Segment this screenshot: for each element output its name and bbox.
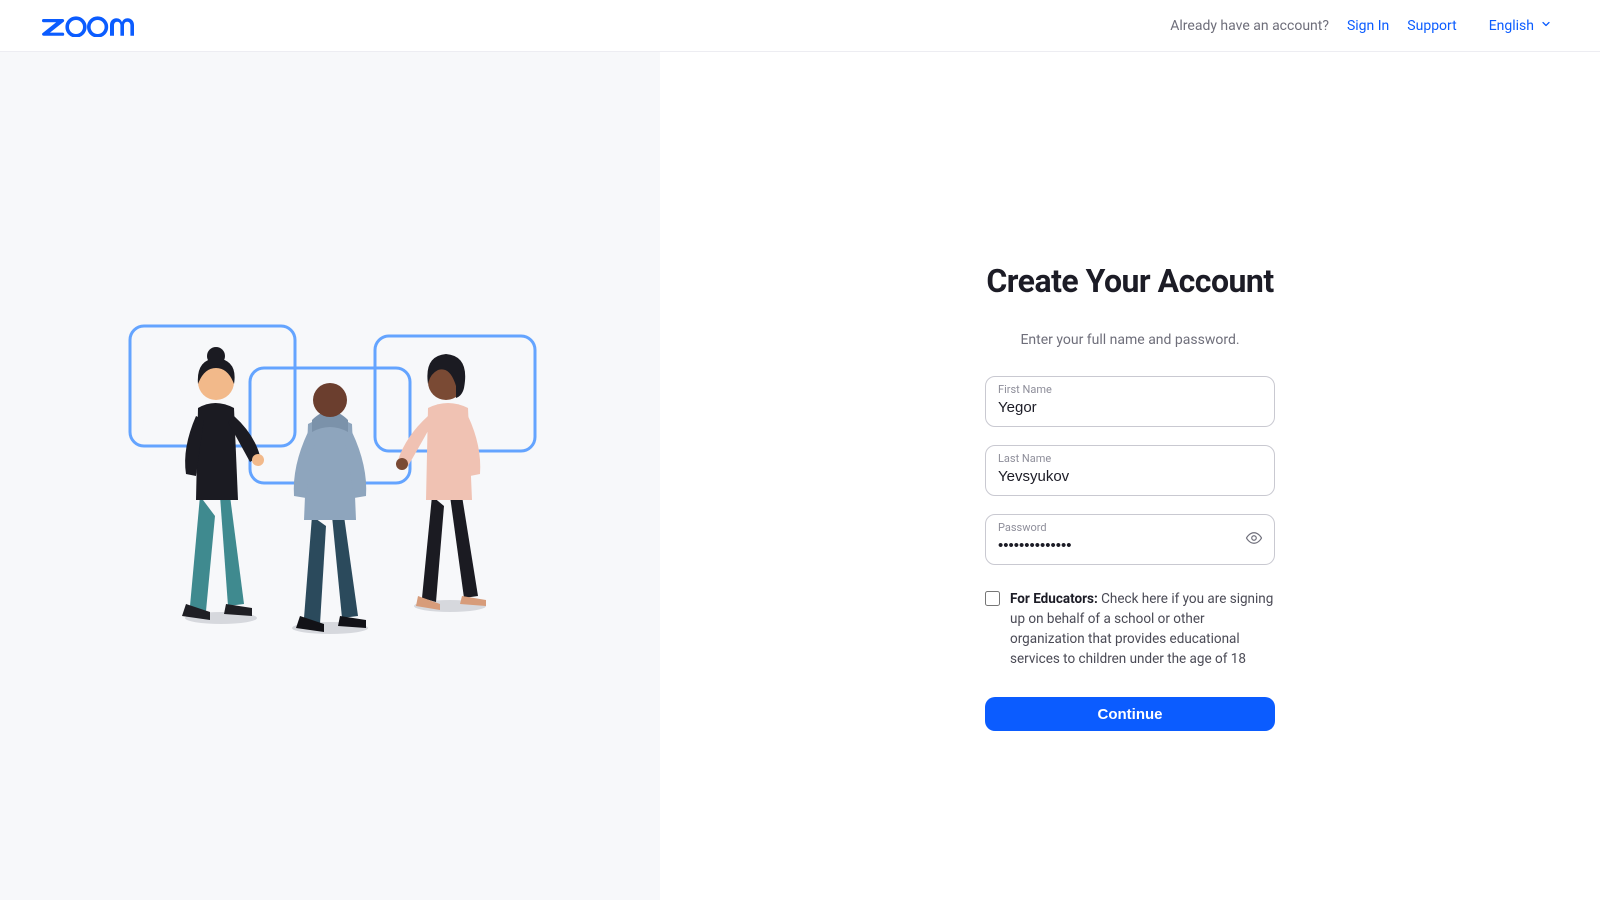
- password-label: Password: [998, 521, 1262, 535]
- illustration-pane: [0, 52, 660, 900]
- header-right: Already have an account? Sign In Support…: [1170, 18, 1552, 34]
- sign-in-link[interactable]: Sign In: [1347, 18, 1389, 34]
- last-name-label: Last Name: [998, 452, 1262, 466]
- first-name-label: First Name: [998, 383, 1262, 397]
- toggle-password-visibility[interactable]: [1244, 530, 1264, 550]
- signup-form: Create Your Account Enter your full name…: [985, 262, 1275, 731]
- continue-button[interactable]: Continue: [985, 697, 1275, 731]
- eye-icon: [1245, 529, 1263, 551]
- last-name-field-wrapper: Last Name: [985, 445, 1275, 496]
- chevron-down-icon: [1540, 18, 1552, 34]
- page-subtitle: Enter your full name and password.: [985, 332, 1275, 348]
- first-name-field-wrapper: First Name: [985, 376, 1275, 427]
- language-label: English: [1489, 18, 1534, 34]
- form-pane: Create Your Account Enter your full name…: [660, 52, 1600, 900]
- educators-text: For Educators: Check here if you are sig…: [1010, 589, 1275, 669]
- educators-row[interactable]: For Educators: Check here if you are sig…: [985, 589, 1275, 669]
- account-prompt: Already have an account?: [1170, 18, 1329, 34]
- educators-bold: For Educators:: [1010, 591, 1098, 607]
- page-title: Create Your Account: [985, 262, 1275, 300]
- people-illustration: [120, 316, 540, 636]
- support-link[interactable]: Support: [1407, 18, 1456, 34]
- password-field-wrapper: Password: [985, 514, 1275, 565]
- first-name-input[interactable]: [998, 398, 1262, 418]
- top-header: Already have an account? Sign In Support…: [0, 0, 1600, 52]
- main-content: Create Your Account Enter your full name…: [0, 52, 1600, 900]
- language-select[interactable]: English: [1489, 18, 1552, 34]
- zoom-logo[interactable]: [42, 15, 142, 37]
- password-input[interactable]: [998, 536, 1262, 556]
- educators-checkbox[interactable]: [985, 591, 1000, 606]
- last-name-input[interactable]: [998, 467, 1262, 487]
